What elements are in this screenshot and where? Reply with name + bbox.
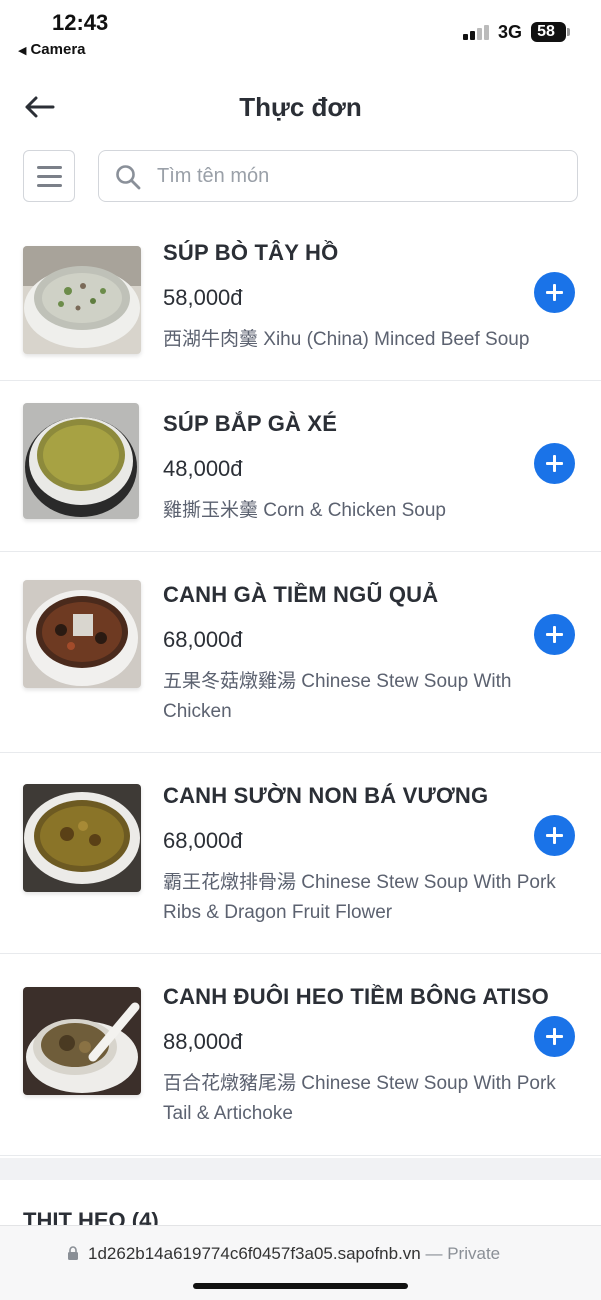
url-text: 1d262b14a619774c6f0457f3a05.sapofnb.vn —… bbox=[88, 1244, 500, 1264]
page-header: Thực đơn bbox=[0, 80, 601, 136]
page-title: Thực đơn bbox=[239, 92, 362, 122]
search-box[interactable] bbox=[98, 150, 578, 202]
dish-name: SÚP BÒ TÂY HỒ bbox=[163, 240, 339, 265]
menu-item[interactable]: SÚP BÒ TÂY HỒ 58,000đ 西湖牛肉羹 Xihu (China)… bbox=[0, 210, 601, 381]
dish-description: 西湖牛肉羹 Xihu (China) Minced Beef Soup bbox=[163, 329, 530, 350]
dish-description: 百合花燉豬尾湯 Chinese Stew Soup With Pork Tail… bbox=[163, 1073, 556, 1124]
dish-image bbox=[23, 403, 139, 519]
home-indicator[interactable] bbox=[193, 1283, 408, 1289]
search-input[interactable] bbox=[157, 159, 557, 193]
browser-url-bar[interactable]: 1d262b14a619774c6f0457f3a05.sapofnb.vn —… bbox=[0, 1225, 601, 1300]
signal-icon bbox=[463, 24, 493, 40]
url-domain: 1d262b14a619774c6f0457f3a05.sapofnb.vn bbox=[88, 1244, 421, 1263]
dish-name: CANH GÀ TIỀM NGŨ QUẢ bbox=[163, 582, 439, 607]
add-to-cart-button[interactable] bbox=[534, 272, 575, 313]
add-to-cart-button[interactable] bbox=[534, 1016, 575, 1057]
add-to-cart-button[interactable] bbox=[534, 614, 575, 655]
back-triangle-icon: ◀ bbox=[18, 45, 27, 57]
back-to-app-link[interactable]: ◀ Camera bbox=[18, 41, 86, 58]
menu-list: SÚP BÒ TÂY HỒ 58,000đ 西湖牛肉羹 Xihu (China)… bbox=[0, 210, 601, 1156]
dish-name: CANH SƯỜN NON BÁ VƯƠNG bbox=[163, 783, 489, 808]
dish-image bbox=[23, 580, 141, 688]
dish-name: SÚP BẮP GÀ XÉ bbox=[163, 411, 338, 436]
menu-item[interactable]: CANH GÀ TIỀM NGŨ QUẢ 68,000đ 五果冬菇燉雞湯 Chi… bbox=[0, 552, 601, 753]
dish-price: 68,000đ bbox=[163, 828, 243, 853]
search-icon bbox=[116, 165, 141, 190]
menu-item[interactable]: CANH ĐUÔI HEO TIỀM BÔNG ATISO 88,000đ 百合… bbox=[0, 954, 601, 1156]
status-bar: 12:43 ◀ Camera 3G 58 bbox=[0, 0, 601, 70]
dish-price: 58,000đ bbox=[163, 285, 243, 310]
add-to-cart-button[interactable] bbox=[534, 815, 575, 856]
dish-description: 霸王花燉排骨湯 Chinese Stew Soup With Pork Ribs… bbox=[163, 872, 556, 923]
section-divider bbox=[0, 1158, 601, 1180]
dish-price: 48,000đ bbox=[163, 456, 243, 481]
menu-item[interactable]: CANH SƯỜN NON BÁ VƯƠNG 68,000đ 霸王花燉排骨湯 C… bbox=[0, 753, 601, 954]
battery-icon: 58 bbox=[531, 22, 566, 42]
battery-tip bbox=[567, 28, 570, 36]
dish-name: CANH ĐUÔI HEO TIỀM BÔNG ATISO bbox=[163, 984, 549, 1009]
battery-level: 58 bbox=[537, 23, 555, 40]
dish-price: 88,000đ bbox=[163, 1029, 243, 1054]
back-app-label: Camera bbox=[30, 41, 86, 58]
add-to-cart-button[interactable] bbox=[534, 443, 575, 484]
dish-description: 雞撕玉米羹 Corn & Chicken Soup bbox=[163, 500, 446, 521]
dish-image bbox=[23, 246, 141, 354]
category-menu-button[interactable] bbox=[23, 150, 75, 202]
dish-image bbox=[23, 987, 141, 1095]
private-label: — Private bbox=[420, 1244, 501, 1263]
status-time: 12:43 bbox=[52, 10, 109, 35]
dish-image bbox=[23, 784, 141, 892]
menu-item[interactable]: SÚP BẮP GÀ XÉ 48,000đ 雞撕玉米羹 Corn & Chick… bbox=[0, 381, 601, 552]
network-label: 3G bbox=[498, 22, 523, 42]
lock-icon bbox=[68, 1246, 78, 1260]
dish-price: 68,000đ bbox=[163, 627, 243, 652]
dish-description: 五果冬菇燉雞湯 Chinese Stew Soup With Chicken bbox=[163, 671, 512, 722]
